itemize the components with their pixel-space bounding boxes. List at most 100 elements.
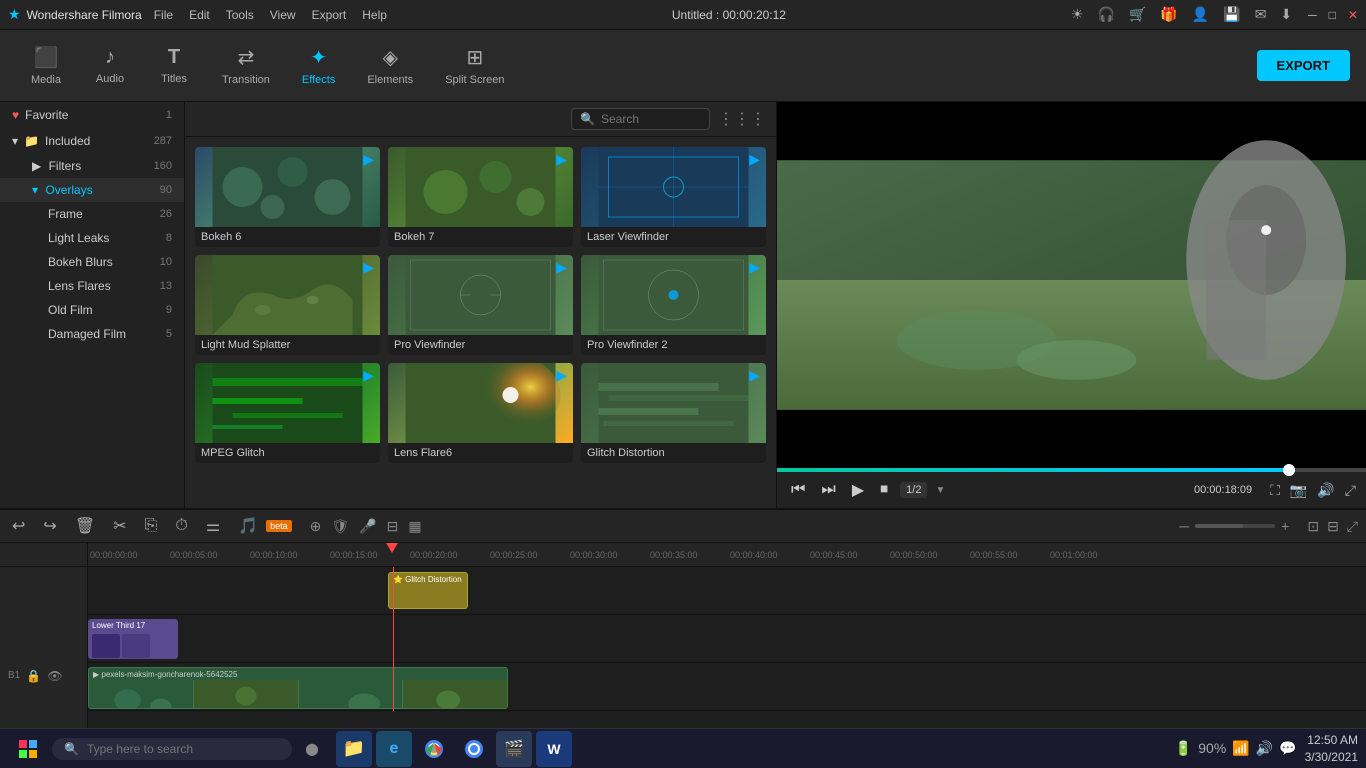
menu-file[interactable]: File <box>154 8 173 22</box>
export-button[interactable]: EXPORT <box>1257 50 1350 81</box>
effect-light-mud-splatter[interactable]: ▶ Light Mud Splatter <box>195 255 380 355</box>
cortana-button[interactable]: ⬤ <box>296 733 328 765</box>
effect-lens-flare6[interactable]: ▶ Lens Flare6 <box>388 363 573 463</box>
sun-icon[interactable]: ☀ <box>1071 6 1084 23</box>
mail-icon[interactable]: ✉ <box>1255 6 1267 23</box>
clip-video[interactable]: ▶ pexels-maksim-goncharenok-5642525 <box>88 667 508 709</box>
mic-icon[interactable]: 🎤 <box>359 518 376 535</box>
redo-button[interactable]: ↪ <box>39 514 60 538</box>
taskbar-search-box[interactable]: 🔍 <box>52 738 292 760</box>
expand-icon[interactable]: ⤢ <box>1345 482 1356 499</box>
search-box[interactable]: 🔍 <box>571 108 710 130</box>
effect-laser-viewfinder[interactable]: ▶ Laser Viewfinder <box>581 147 766 247</box>
sidebar-item-filters[interactable]: ▶ Filters 160 <box>0 154 184 178</box>
cut-button[interactable]: ✂ <box>109 514 130 538</box>
taskbar-app-word[interactable]: W <box>536 731 572 767</box>
sidebar-item-bokeh-blurs[interactable]: Bokeh Blurs 10 <box>0 250 184 274</box>
snapshot-icon[interactable]: 📷 <box>1290 482 1307 499</box>
cart-icon[interactable]: 🛒 <box>1129 6 1146 23</box>
start-button[interactable] <box>8 729 48 768</box>
lens-flares-label: Lens Flares <box>48 279 111 293</box>
taskbar-search-input[interactable] <box>87 742 247 756</box>
sidebar-item-favorite[interactable]: ♥ Favorite 1 <box>0 102 184 128</box>
toolbar-split-screen[interactable]: ⊞ Split Screen <box>431 39 518 92</box>
effect-bokeh7[interactable]: ▶ Bokeh 7 <box>388 147 573 247</box>
effect-bokeh6[interactable]: ▶ Bokeh 6 <box>195 147 380 247</box>
sidebar-item-overlays[interactable]: ▾ Overlays 90 <box>0 178 184 202</box>
copy-button[interactable]: ⎘ <box>141 515 162 537</box>
headphone-icon[interactable]: 🎧 <box>1098 6 1115 23</box>
menu-edit[interactable]: Edit <box>189 8 210 22</box>
zoom-in-icon[interactable]: + <box>1281 518 1289 534</box>
rewind-button[interactable]: ⏮ <box>787 479 809 501</box>
collapse-icon[interactable]: ⊟ <box>1327 518 1339 535</box>
stop-button[interactable]: ⏹ <box>876 479 892 501</box>
sidebar-item-included[interactable]: ▾ 📁 Included 287 <box>0 128 184 154</box>
effect-pro-viewfinder-2[interactable]: ▶ Pro Viewfinder 2 <box>581 255 766 355</box>
fullwidth-icon[interactable]: ⤢ <box>1347 518 1358 535</box>
effect-mpeg-glitch[interactable]: ▶ MPEG Glitch <box>195 363 380 463</box>
close-button[interactable]: ✕ <box>1348 8 1358 22</box>
mosaic-icon[interactable]: ▦ <box>408 518 421 535</box>
adjust-button[interactable]: ⚌ <box>202 514 224 538</box>
sidebar-item-lens-flares[interactable]: Lens Flares 13 <box>0 274 184 298</box>
toolbar-audio[interactable]: ♪ Audio <box>80 40 140 91</box>
zoom-slider[interactable] <box>1195 524 1275 528</box>
notification-icon[interactable]: 💬 <box>1279 740 1296 757</box>
subtitle-icon[interactable]: ⊟ <box>387 518 399 535</box>
menu-view[interactable]: View <box>270 8 296 22</box>
effect-pro-viewfinder[interactable]: ▶ Pro Viewfinder <box>388 255 573 355</box>
sidebar-item-frame[interactable]: Frame 26 <box>0 202 184 226</box>
lower-third-label: Lower Third 17 <box>88 619 178 632</box>
effect-glitch-distortion[interactable]: ▶ Glitch Distortion <box>581 363 766 463</box>
taskbar-app-explorer[interactable]: 📁 <box>336 731 372 767</box>
grid-toggle-icon[interactable]: ⋮⋮⋮ <box>718 109 766 129</box>
shield-icon[interactable]: 🛡 <box>331 518 349 535</box>
audio-beat-button[interactable]: 🎵 <box>234 514 262 538</box>
playback-rate[interactable]: 1/2 <box>900 482 927 498</box>
clip-glitch-distortion[interactable]: ⭐ Glitch Distortion ✕ <box>388 572 468 610</box>
taskbar-app-chrome2[interactable] <box>456 731 492 767</box>
toolbar-media[interactable]: ⬛ Media <box>16 39 76 92</box>
undo-button[interactable]: ↩ <box>8 514 29 538</box>
clip-lower-third[interactable]: Lower Third 17 <box>88 619 178 659</box>
track1-lock[interactable]: 🔒 <box>26 669 41 683</box>
minimize-button[interactable]: ─ <box>1308 8 1317 22</box>
sidebar-item-damaged-film[interactable]: Damaged Film 5 <box>0 322 184 346</box>
toolbar-effects[interactable]: ✦ Effects <box>288 39 349 92</box>
toolbar-transition[interactable]: ⇄ Transition <box>208 39 284 92</box>
toolbar-elements[interactable]: ◈ Elements <box>353 39 427 92</box>
menu-tools[interactable]: Tools <box>226 8 254 22</box>
step-back-button[interactable]: ⏭ <box>817 479 839 501</box>
history-button[interactable]: ⏱ <box>171 515 191 537</box>
save-icon[interactable]: 💾 <box>1223 6 1240 23</box>
gift-icon[interactable]: 🎁 <box>1160 6 1177 23</box>
track1-eye[interactable]: 👁 <box>47 669 62 683</box>
toolbar-titles[interactable]: T Titles <box>144 40 204 91</box>
play-button[interactable]: ▶ <box>848 478 868 502</box>
folder-icon: 📁 <box>24 134 39 148</box>
split-view-icon[interactable]: ⊡ <box>1307 518 1319 535</box>
sidebar-item-light-leaks[interactable]: Light Leaks 8 <box>0 226 184 250</box>
ruler-label-25: 00:00:25:00 <box>490 550 538 560</box>
track3-row: ▶ pexels-maksim-goncharenok-5642525 <box>88 663 1366 711</box>
ripple-icon[interactable]: ⊕ <box>310 518 322 535</box>
menu-export[interactable]: Export <box>312 8 347 22</box>
ruler-label-0: 00:00:00:00 <box>90 550 138 560</box>
volume-icon[interactable]: 🔊 <box>1317 482 1334 499</box>
video-thumb-4 <box>403 680 507 709</box>
track1-body: ⭐ Glitch Distortion ✕ <box>88 567 1366 614</box>
download-icon[interactable]: ⬇ <box>1280 6 1292 23</box>
fullscreen-icon[interactable]: ⛶ <box>1270 482 1280 499</box>
delete-button[interactable]: 🗑 <box>71 514 99 538</box>
taskbar-app-filmora[interactable]: 🎬 <box>496 731 532 767</box>
profile-icon[interactable]: 👤 <box>1192 6 1209 23</box>
taskbar-app-chrome1[interactable] <box>416 731 452 767</box>
zoom-out-icon[interactable]: ─ <box>1179 518 1189 534</box>
preview-progress-bar[interactable] <box>777 468 1366 472</box>
search-input[interactable] <box>601 112 701 126</box>
taskbar-app-edge[interactable]: e <box>376 731 412 767</box>
sidebar-item-old-film[interactable]: Old Film 9 <box>0 298 184 322</box>
menu-help[interactable]: Help <box>362 8 387 22</box>
maximize-button[interactable]: □ <box>1329 8 1336 22</box>
